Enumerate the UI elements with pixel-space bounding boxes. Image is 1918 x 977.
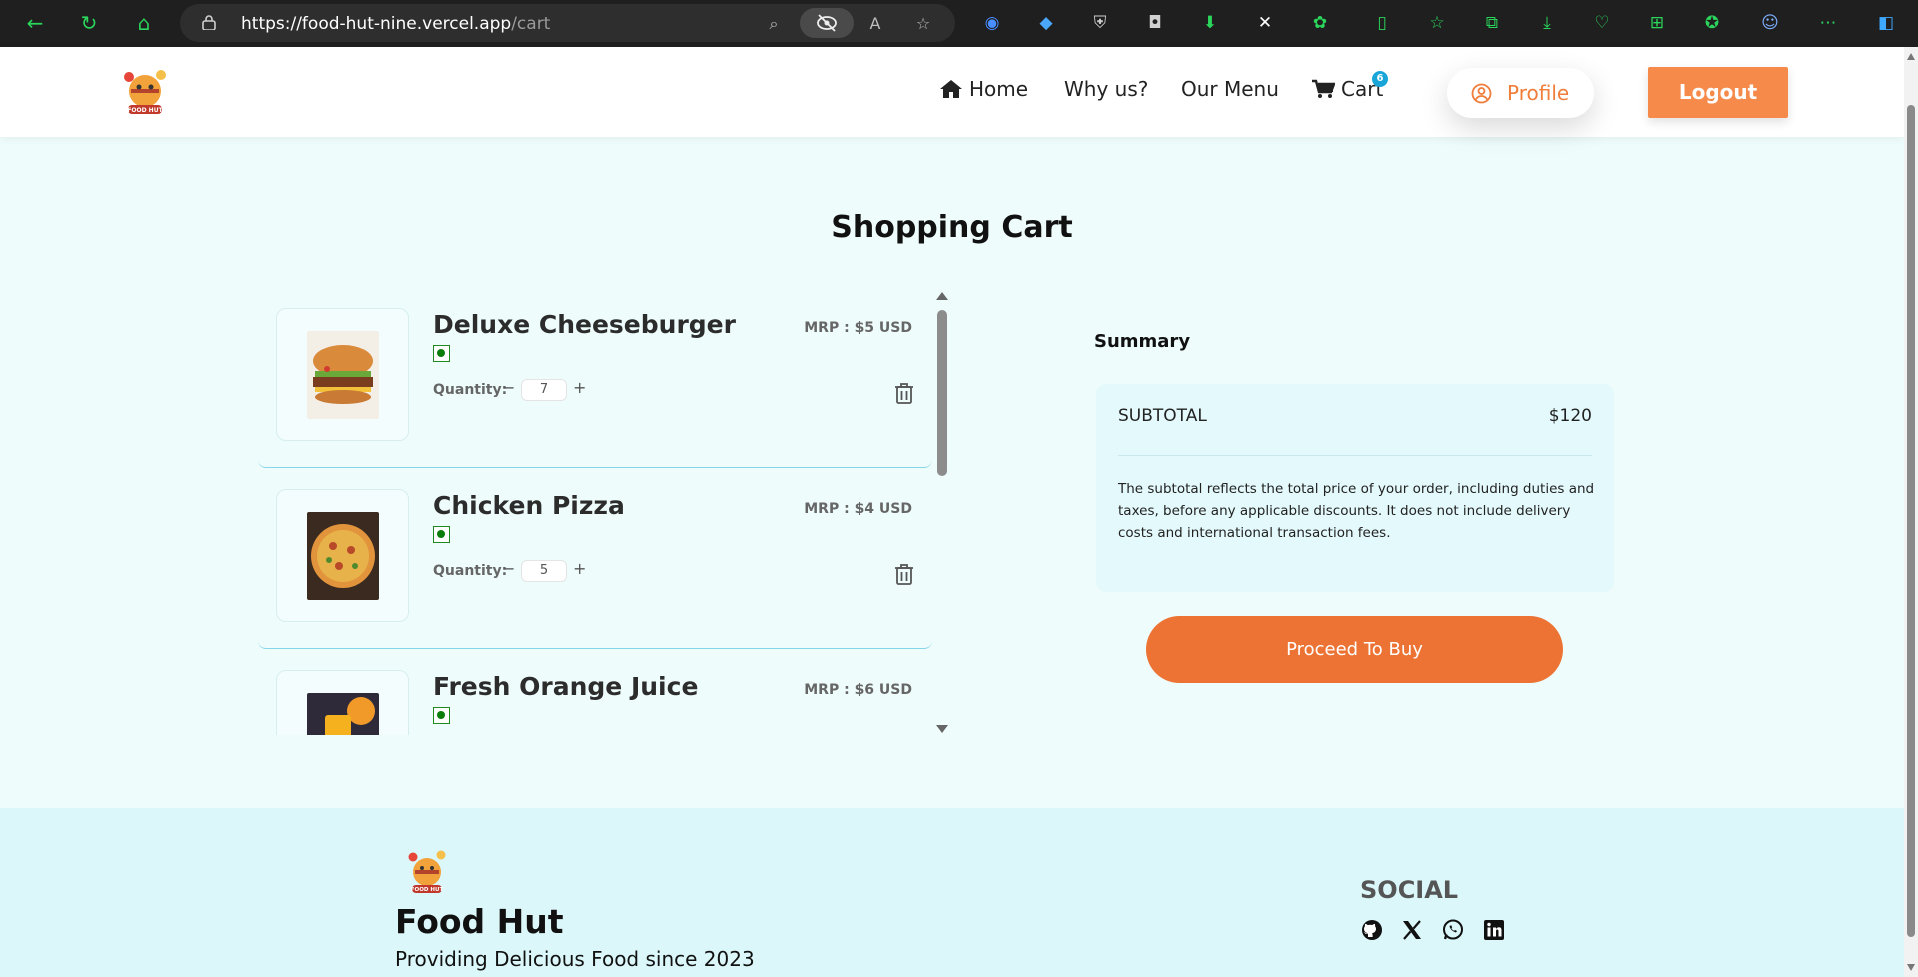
extension-gem-icon[interactable]: ◆ bbox=[1034, 11, 1058, 35]
logo-wordmark: FOOD HUT bbox=[127, 107, 163, 114]
page-title: Shopping Cart bbox=[831, 210, 1073, 245]
quantity-label: Quantity: bbox=[433, 563, 508, 579]
trash-icon[interactable] bbox=[894, 382, 914, 404]
browser-essentials-icon[interactable]: ♡ bbox=[1590, 11, 1614, 35]
quantity-decrease-button[interactable]: − bbox=[502, 378, 515, 397]
collections-icon[interactable]: ⧉ bbox=[1480, 11, 1504, 35]
item-name: Chicken Pizza bbox=[433, 491, 625, 520]
footer-tagline: Providing Delicious Food since 2023 bbox=[395, 947, 755, 971]
copilot-icon[interactable]: ◧ bbox=[1874, 11, 1898, 35]
quantity-increase-button[interactable]: + bbox=[573, 559, 586, 578]
quantity-input[interactable]: 7 bbox=[521, 379, 567, 401]
subtotal-label: SUBTOTAL bbox=[1118, 406, 1207, 426]
item-name: Fresh Orange Juice bbox=[433, 672, 699, 701]
logout-button[interactable]: Logout bbox=[1648, 67, 1788, 118]
zoom-icon[interactable]: ⌕ bbox=[763, 13, 785, 35]
cart-item: Fresh Orange Juice MRP : $6 USD bbox=[258, 652, 932, 735]
subtotal-note: The subtotal reflects the total price of… bbox=[1118, 481, 1595, 541]
extension-grid-icon[interactable]: ✕ bbox=[1253, 11, 1277, 35]
avatar[interactable]: ☺ bbox=[1758, 11, 1782, 35]
site-header: FOOD HUT Home Why us? Our Menu Cart 6 Pr… bbox=[0, 47, 1904, 137]
footer-logo: FOOD HUT bbox=[408, 850, 446, 893]
proceed-to-buy-button[interactable]: Proceed To Buy bbox=[1146, 616, 1563, 683]
browser-toolbar: ← ↻ ⌂ https://food-hut-nine.vercel.app/c… bbox=[0, 0, 1918, 47]
product-image-frame bbox=[276, 670, 409, 735]
house-icon bbox=[940, 80, 962, 98]
veg-indicator-icon bbox=[433, 526, 450, 543]
orange-juice-image bbox=[307, 693, 379, 735]
cart-item: Deluxe Cheeseburger MRP : $5 USD Quantit… bbox=[258, 290, 932, 468]
cart-icon bbox=[1312, 79, 1335, 98]
page-scroll-down-arrow-icon[interactable] bbox=[1907, 964, 1915, 971]
cart-count-badge: 6 bbox=[1372, 71, 1388, 87]
more-options-icon[interactable]: ⋯ bbox=[1816, 11, 1840, 35]
nav-our-menu[interactable]: Our Menu bbox=[1181, 77, 1279, 101]
summary-title: Summary bbox=[1094, 331, 1191, 352]
profile-button[interactable]: Profile bbox=[1447, 68, 1594, 118]
page-scrollbar-thumb[interactable] bbox=[1907, 105, 1915, 937]
linkedin-icon[interactable] bbox=[1482, 918, 1506, 942]
quantity-decrease-button[interactable]: − bbox=[502, 559, 515, 578]
favorites-icon[interactable]: ☆ bbox=[1425, 11, 1449, 35]
food-hut-logo[interactable]: FOOD HUT bbox=[120, 65, 170, 117]
pizza-image bbox=[307, 512, 379, 600]
extensions-puzzle-icon[interactable]: ✿ bbox=[1308, 11, 1332, 35]
games-icon[interactable]: ✪ bbox=[1700, 11, 1724, 35]
split-screen-icon[interactable]: ▯ bbox=[1370, 11, 1394, 35]
reload-icon[interactable]: ↻ bbox=[76, 10, 102, 36]
favorite-star-icon[interactable]: ☆ bbox=[912, 13, 934, 35]
product-image-frame bbox=[276, 489, 409, 622]
scroll-up-arrow-icon[interactable] bbox=[936, 292, 948, 300]
summary-card: SUBTOTAL $120 The subtotal reflects the … bbox=[1096, 384, 1614, 592]
user-circle-icon bbox=[1471, 83, 1492, 104]
extension-icon[interactable]: ◉ bbox=[980, 11, 1004, 35]
veg-indicator-icon bbox=[433, 345, 450, 362]
github-icon[interactable] bbox=[1360, 918, 1384, 942]
item-price: MRP : $6 USD bbox=[804, 682, 912, 698]
download-arrow-icon[interactable]: ⬇ bbox=[1198, 11, 1222, 35]
veg-indicator-icon bbox=[433, 707, 450, 724]
cheeseburger-image bbox=[307, 331, 379, 419]
nav-home[interactable]: Home bbox=[939, 77, 1028, 101]
cart-list-scrollbar[interactable] bbox=[935, 290, 949, 735]
site-footer: FOOD HUT Food Hut Providing Delicious Fo… bbox=[0, 808, 1904, 977]
nav-why-us[interactable]: Why us? bbox=[1064, 77, 1148, 101]
summary-divider bbox=[1118, 455, 1592, 456]
item-price: MRP : $5 USD bbox=[804, 320, 912, 336]
home-icon[interactable]: ⌂ bbox=[131, 10, 157, 36]
product-image-frame bbox=[276, 308, 409, 441]
subtotal-value: $120 bbox=[1548, 406, 1592, 426]
cart-item-list[interactable]: Deluxe Cheeseburger MRP : $5 USD Quantit… bbox=[258, 290, 934, 735]
page-scrollbar[interactable] bbox=[1904, 47, 1918, 977]
extension-shield-icon[interactable]: ⛨ bbox=[1088, 11, 1112, 35]
scrollbar-thumb[interactable] bbox=[937, 310, 947, 476]
camera-icon[interactable]: ◘ bbox=[1143, 11, 1167, 35]
quantity-input[interactable]: 5 bbox=[521, 560, 567, 582]
quantity-label: Quantity: bbox=[433, 382, 508, 398]
address-bar[interactable]: https://food-hut-nine.vercel.app/cart ⌕ … bbox=[180, 4, 955, 42]
read-aloud-icon[interactable]: A bbox=[864, 13, 886, 35]
social-title: SOCIAL bbox=[1360, 876, 1459, 904]
whatsapp-icon[interactable] bbox=[1441, 918, 1465, 942]
downloads-icon[interactable]: ⤓ bbox=[1535, 11, 1559, 35]
footer-brand: Food Hut bbox=[395, 902, 564, 941]
item-name: Deluxe Cheeseburger bbox=[433, 310, 736, 339]
trash-icon[interactable] bbox=[894, 563, 914, 585]
lock-icon bbox=[202, 15, 216, 30]
scroll-down-arrow-icon[interactable] bbox=[936, 725, 948, 733]
url-text: https://food-hut-nine.vercel.app/cart bbox=[241, 14, 551, 34]
apps-icon[interactable]: ⊞ bbox=[1645, 11, 1669, 35]
quantity-increase-button[interactable]: + bbox=[573, 378, 586, 397]
back-icon[interactable]: ← bbox=[22, 10, 48, 36]
logo-wordmark: FOOD HUT bbox=[411, 887, 444, 893]
tracking-prevention-icon[interactable] bbox=[800, 8, 854, 38]
cart-item: Chicken Pizza MRP : $4 USD Quantity: − 5… bbox=[258, 471, 932, 649]
item-price: MRP : $4 USD bbox=[804, 501, 912, 517]
x-icon[interactable] bbox=[1400, 918, 1424, 942]
page-scroll-up-arrow-icon[interactable] bbox=[1907, 53, 1915, 60]
